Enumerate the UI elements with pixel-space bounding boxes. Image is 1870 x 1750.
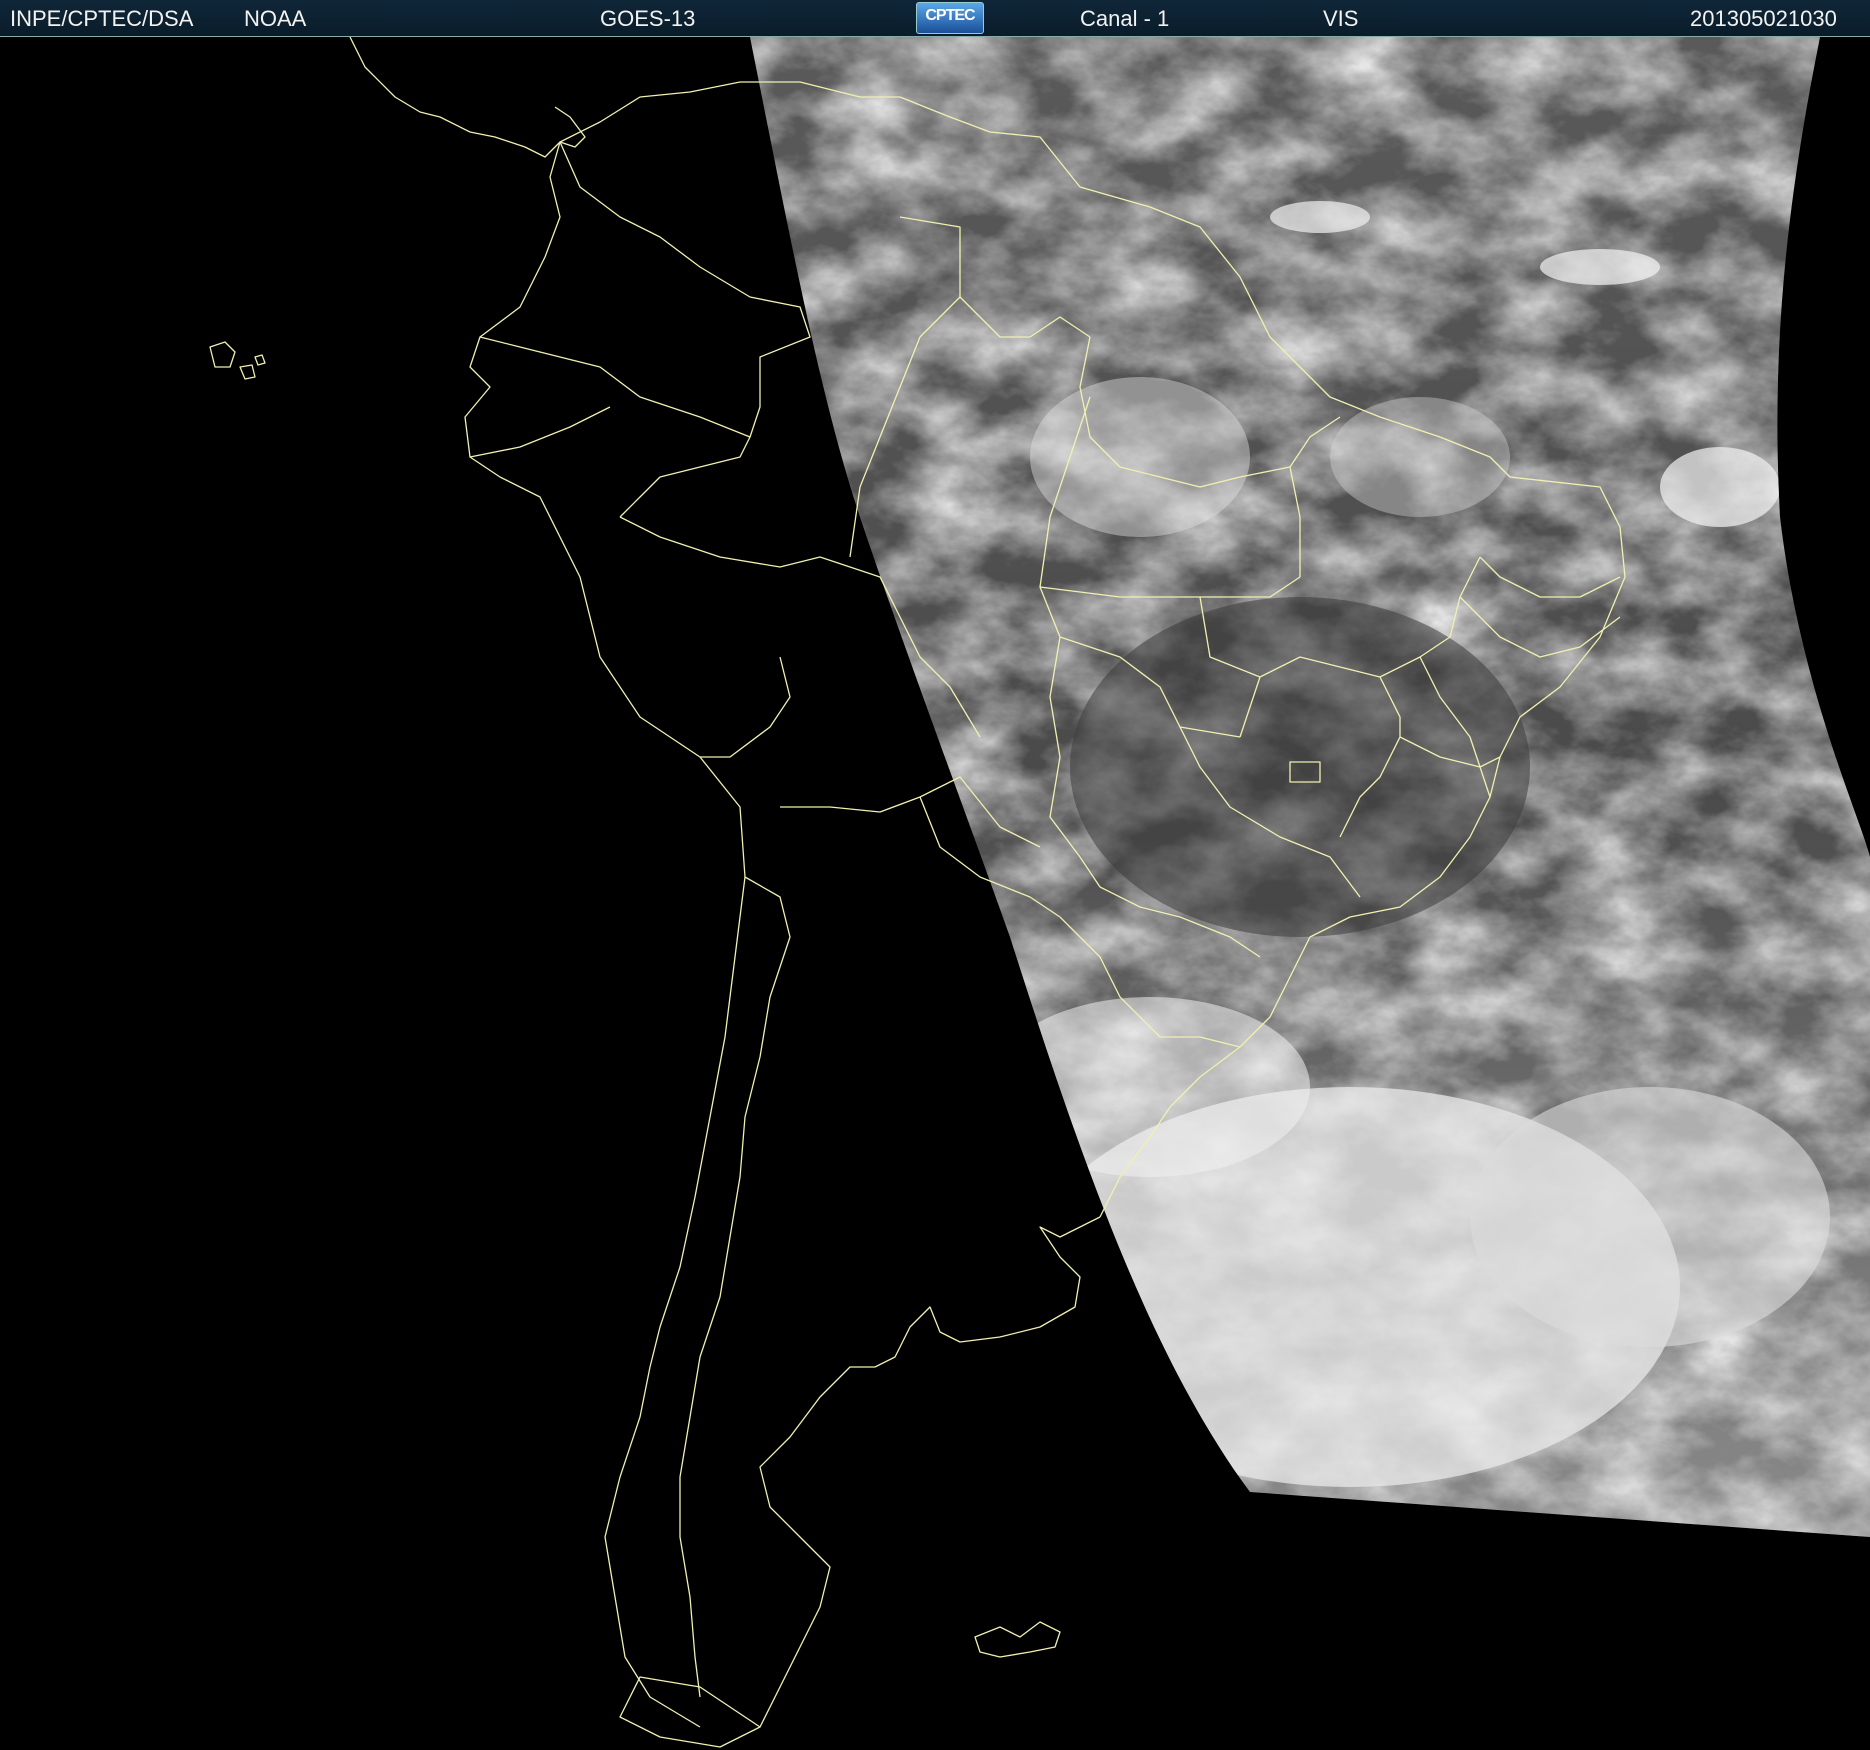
header-bar: INPE/CPTEC/DSA NOAA GOES-13 CPTEC Canal … [0,0,1870,37]
galapagos-islands [209,341,266,380]
timestamp-label: 201305021030 [1690,6,1837,31]
channel-label: Canal - 1 [1080,6,1170,31]
satellite-map [0,37,1870,1750]
agency-label: INPE/CPTEC/DSA [10,6,194,31]
falkland-islands [974,1621,1061,1658]
coastline-west [464,141,746,1728]
cptec-logo: CPTEC [916,2,984,34]
map-canvas [209,37,1870,1748]
coastline-southeast [759,1216,1101,1728]
satellite-label: GOES-13 [600,6,696,31]
band-label: VIS [1323,6,1359,31]
cloud-swath [750,37,1870,1537]
partner-label: NOAA [244,6,307,31]
coastline-central-america [349,37,586,158]
